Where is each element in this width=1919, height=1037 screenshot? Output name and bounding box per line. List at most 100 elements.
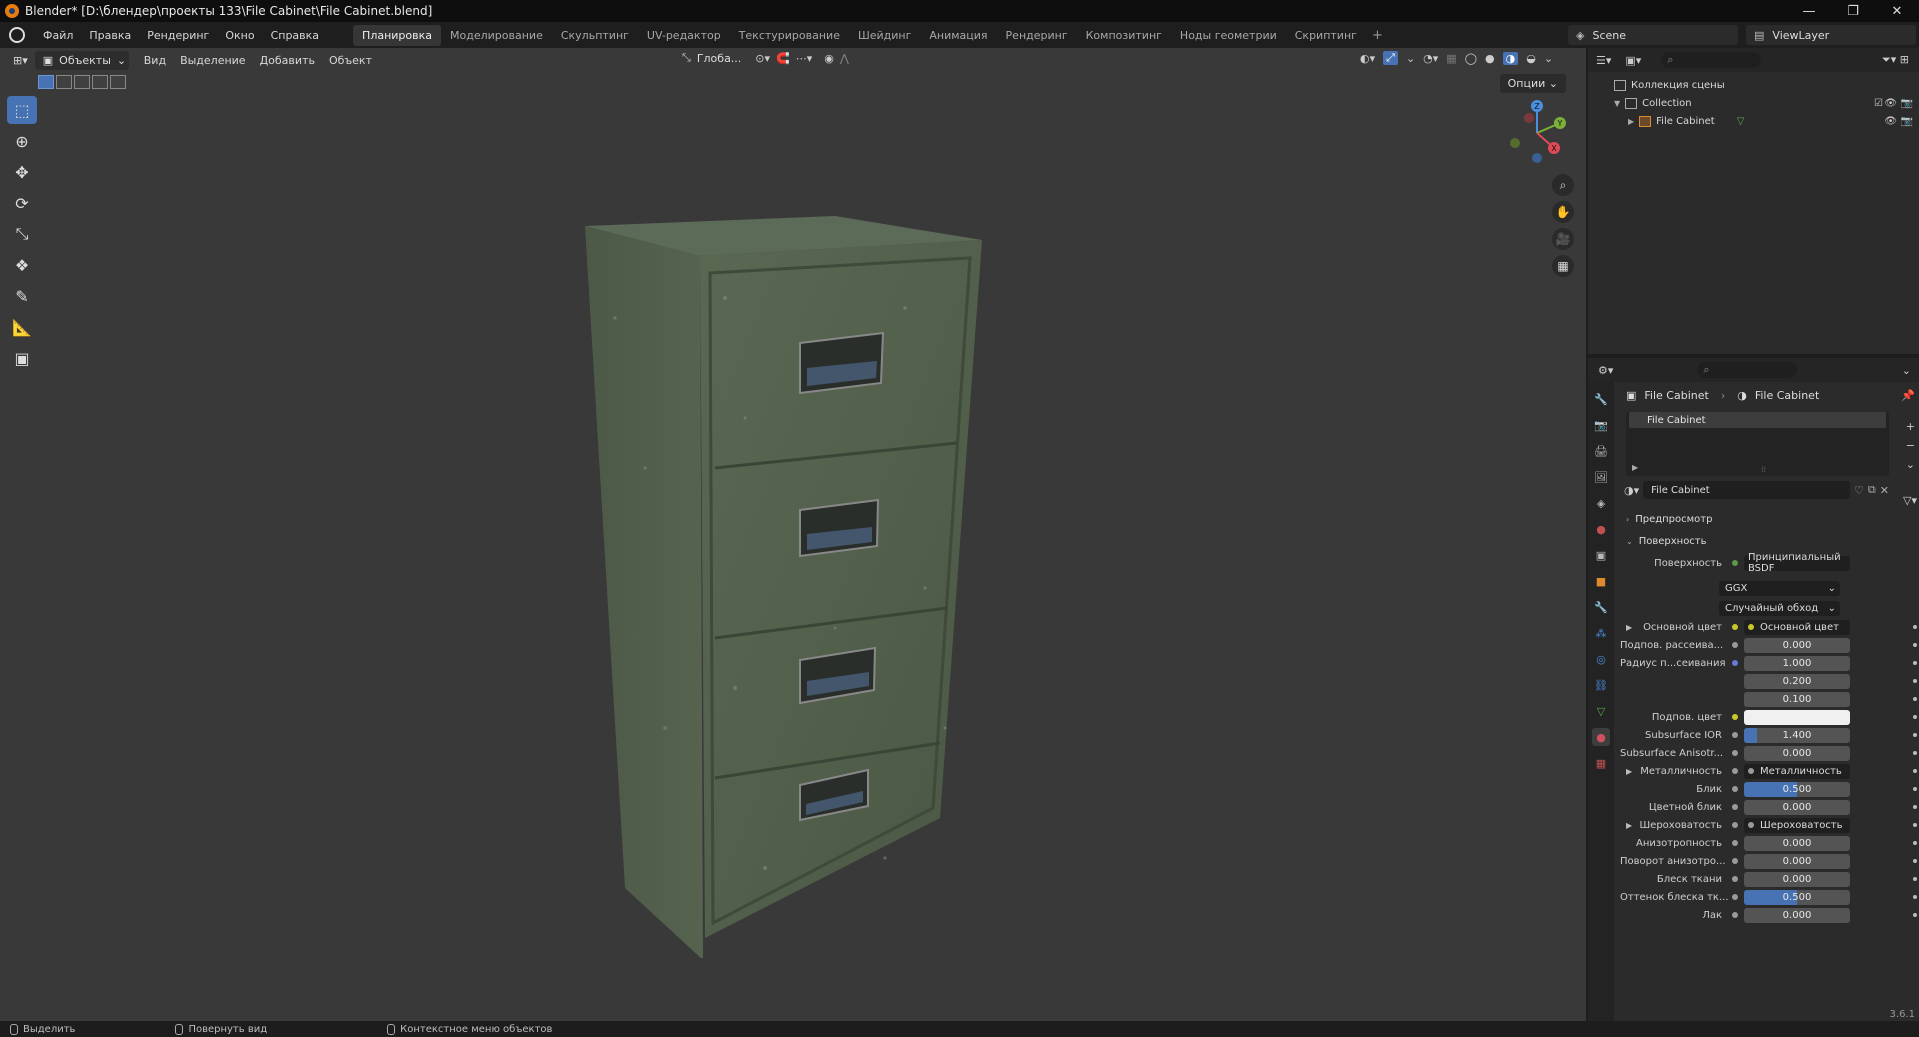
input-socket-icon[interactable] <box>1732 786 1738 792</box>
numeric-slider[interactable]: 0.000 <box>1744 907 1850 923</box>
input-socket-icon[interactable] <box>1732 840 1738 846</box>
keyframe-dot-icon[interactable] <box>1913 877 1917 881</box>
menu-view[interactable]: Вид <box>137 54 173 67</box>
data-tab-icon[interactable]: ▽ <box>1592 702 1610 720</box>
numeric-slider[interactable]: 0.000 <box>1744 835 1850 851</box>
linked-input-field[interactable]: Металличность <box>1744 763 1850 779</box>
input-socket-icon[interactable] <box>1732 858 1738 864</box>
particles-tab-icon[interactable]: ⁂ <box>1592 624 1610 642</box>
numeric-slider[interactable]: 0.000 <box>1744 853 1850 869</box>
material-slot-list[interactable]: File Cabinet ▶ ⁞⁞ <box>1626 412 1889 476</box>
menu-edit[interactable]: Правка <box>81 29 139 42</box>
keyframe-dot-icon[interactable] <box>1913 751 1917 755</box>
expand-arrow-icon[interactable]: ▶ <box>1626 821 1632 830</box>
overlay-icon[interactable]: ◔▾ <box>1423 52 1438 65</box>
numeric-slider[interactable]: 0.100 <box>1744 691 1850 707</box>
move-tool-icon[interactable]: ✥ <box>7 158 37 186</box>
outliner-search-input[interactable]: ⌕ <box>1661 52 1762 68</box>
display-mode-icon[interactable]: ▣▾ <box>1625 54 1641 67</box>
unlink-material-icon[interactable]: ✕ <box>1880 484 1889 497</box>
options-button[interactable]: Опции ⌄ <box>1499 74 1566 93</box>
surface-shader-field[interactable]: Принципиальный BSDF <box>1744 552 1850 574</box>
visibility-icon[interactable]: ◐▾ <box>1360 52 1375 65</box>
tab-shading[interactable]: Шейдинг <box>849 25 920 46</box>
preview-panel-header[interactable]: › Предпросмотр <box>1620 508 1919 530</box>
world-tab-icon[interactable]: ● <box>1592 520 1610 538</box>
input-socket-icon[interactable] <box>1732 642 1738 648</box>
scale-tool-icon[interactable]: ⤡ <box>7 220 37 248</box>
zoom-icon[interactable]: ⌕ <box>1552 174 1574 196</box>
texture-tab-icon[interactable]: ▦ <box>1592 754 1610 772</box>
material-tab-icon[interactable]: ● <box>1592 728 1610 746</box>
expand-arrow-icon[interactable]: ▶ <box>1632 463 1638 472</box>
menu-file[interactable]: Файл <box>35 29 81 42</box>
keyframe-dot-icon[interactable] <box>1913 841 1917 845</box>
link-mode-icon[interactable]: ▽▾ <box>1903 494 1917 507</box>
annotate-tool-icon[interactable]: ✎ <box>7 282 37 310</box>
proportional-edit-icon[interactable]: ◉ <box>824 52 834 65</box>
input-socket-icon[interactable] <box>1732 624 1738 630</box>
falloff-icon[interactable]: ⋀ <box>840 52 849 65</box>
camera-view-icon[interactable]: 🎥 <box>1552 228 1574 250</box>
menu-render[interactable]: Рендеринг <box>139 29 217 42</box>
menu-add[interactable]: Добавить <box>253 54 322 67</box>
input-socket-icon[interactable] <box>1732 894 1738 900</box>
keyframe-dot-icon[interactable] <box>1913 823 1917 827</box>
numeric-slider[interactable]: 0.500 <box>1744 781 1850 797</box>
tab-uv-editing[interactable]: UV-редактор <box>638 25 730 46</box>
properties-editor-icon[interactable]: ⚙▾ <box>1598 364 1613 377</box>
grid-perspective-icon[interactable]: ▦ <box>1552 255 1574 277</box>
object-tab-icon[interactable]: ■ <box>1592 572 1610 590</box>
numeric-slider[interactable]: 1.400 <box>1744 727 1850 743</box>
eye-icon[interactable]: 👁 <box>1884 116 1897 127</box>
eye-icon[interactable]: 👁 <box>1884 98 1897 109</box>
outliner-editor-icon[interactable]: ☰▾ <box>1596 54 1611 67</box>
output-tab-icon[interactable]: 🖨 <box>1592 442 1610 460</box>
keyframe-dot-icon[interactable] <box>1913 913 1917 917</box>
outliner-object-row[interactable]: ▶ File Cabinet ▽ 👁 📷 <box>1588 112 1919 130</box>
keyframe-dot-icon[interactable] <box>1913 625 1917 629</box>
input-socket-icon[interactable] <box>1732 768 1738 774</box>
menu-object[interactable]: Объект <box>322 54 379 67</box>
tab-layout[interactable]: Планировка <box>353 24 442 46</box>
view-layer-tab-icon[interactable]: 🖼 <box>1592 468 1610 486</box>
camera-render-icon[interactable]: 📷 <box>1901 98 1913 109</box>
material-slot-item[interactable]: File Cabinet <box>1629 412 1886 428</box>
pin-icon[interactable]: 📌 <box>1901 389 1915 402</box>
input-socket-icon[interactable] <box>1732 660 1738 666</box>
shading-dropdown-icon[interactable]: ⌄ <box>1544 52 1553 65</box>
keyframe-dot-icon[interactable] <box>1913 733 1917 737</box>
menu-help[interactable]: Справка <box>263 29 327 42</box>
numeric-slider[interactable]: 0.200 <box>1744 673 1850 689</box>
snap-settings-icon[interactable]: ⋯▾ <box>796 52 813 65</box>
select-intersect-icon[interactable] <box>110 75 126 89</box>
numeric-slider[interactable]: 0.000 <box>1744 871 1850 887</box>
surface-panel-header[interactable]: ⌄ Поверхность <box>1620 530 1919 552</box>
slot-menu-icon[interactable]: ⌄ <box>1906 458 1915 471</box>
tool-tab-icon[interactable]: 🔧 <box>1592 390 1610 408</box>
material-preview-icon[interactable]: ◑ <box>1502 51 1519 65</box>
color-swatch[interactable] <box>1744 709 1850 725</box>
keyframe-dot-icon[interactable] <box>1913 805 1917 809</box>
render-tab-icon[interactable]: 📷 <box>1592 416 1610 434</box>
expand-arrow-icon[interactable]: ▶ <box>1626 623 1632 632</box>
navigation-gizmo[interactable]: Z Y X <box>1502 98 1572 168</box>
select-invert-icon[interactable] <box>92 75 108 89</box>
chevron-down-icon[interactable]: ⌄ <box>1902 364 1911 377</box>
input-socket-icon[interactable] <box>1732 714 1738 720</box>
menu-select[interactable]: Выделение <box>173 54 253 67</box>
linked-input-field[interactable]: Шероховатость <box>1744 817 1850 833</box>
material-name-field[interactable]: File Cabinet <box>1643 481 1851 499</box>
mode-dropdown[interactable]: ▣ Объекты ⌄ <box>34 50 129 70</box>
cursor-tool-icon[interactable]: ⊕ <box>7 127 37 155</box>
input-socket-icon[interactable] <box>1732 822 1738 828</box>
numeric-slider[interactable]: 1.000 <box>1744 655 1850 671</box>
fake-user-icon[interactable]: ♡ <box>1854 484 1864 497</box>
tab-compositing[interactable]: Композитинг <box>1077 25 1171 46</box>
properties-search-input[interactable]: ⌕ <box>1697 362 1798 378</box>
numeric-slider[interactable]: 0.000 <box>1744 637 1850 653</box>
editor-type-icon[interactable]: ⊞▾ <box>6 54 35 67</box>
scene-tab-icon[interactable]: ◈ <box>1592 494 1610 512</box>
tab-modeling[interactable]: Моделирование <box>441 25 552 46</box>
select-subtract-icon[interactable] <box>74 75 90 89</box>
